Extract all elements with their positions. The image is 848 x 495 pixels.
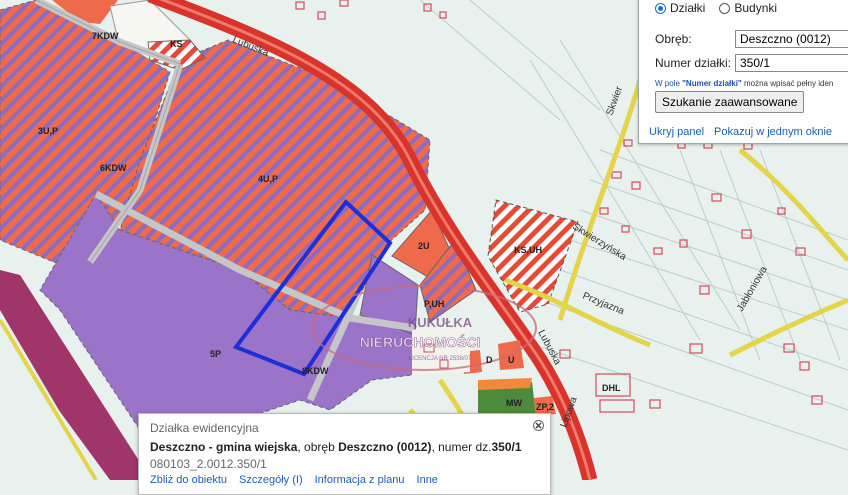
- label-2u: 2U: [418, 241, 430, 251]
- label-zp: ZP,2: [536, 402, 554, 412]
- label-6kdw: 6KDW: [100, 163, 127, 173]
- label-5p: 5P: [210, 349, 221, 359]
- panel-links: Ukryj panel Pokazuj w jednym oknie: [649, 126, 832, 138]
- radio-budynki-dot[interactable]: [719, 2, 731, 14]
- watermark-line1: KUKUŁKA: [408, 315, 473, 330]
- label-3up: 3U,P: [38, 126, 58, 136]
- label-mw: MW: [506, 398, 522, 408]
- label-d: D: [486, 355, 493, 365]
- radio-budynki[interactable]: Budynki: [719, 1, 777, 15]
- label-u: U: [508, 355, 515, 365]
- radio-dzialki-dot[interactable]: [655, 2, 666, 14]
- watermark-line3: LICENCJA NR 2538/07: [409, 356, 472, 362]
- plan-info-link[interactable]: Informacja z planu: [315, 474, 405, 486]
- label-7kdw: 7KDW: [92, 31, 119, 41]
- hide-panel-link[interactable]: Ukryj panel: [649, 126, 704, 138]
- label-4up: 4U,P: [258, 174, 278, 184]
- watermark-line2: NIERUCHOMOŚCI: [360, 333, 481, 350]
- popup-title: Działka ewidencyjna: [150, 421, 259, 435]
- label-8kdw: 8KDW: [302, 366, 329, 376]
- parcel-popup: Działka ewidencyjna Deszczno - gmina wie…: [138, 413, 551, 495]
- search-hint: W pole "Numer działki" można wpisać pełn…: [655, 79, 834, 88]
- obreb-label: Obręb:: [655, 32, 692, 46]
- numer-field[interactable]: [735, 54, 848, 72]
- close-icon[interactable]: [533, 420, 544, 431]
- label-dhl: DHL: [602, 383, 621, 393]
- numer-label: Numer działki:: [655, 56, 732, 70]
- other-link[interactable]: Inne: [417, 474, 438, 486]
- popup-description: Deszczno - gmina wiejska, obręb Deszczno…: [150, 440, 522, 454]
- parcel-type-radios: Działki Budynki: [655, 1, 777, 15]
- zoom-to-object-link[interactable]: Zbliż do obiektu: [150, 474, 227, 486]
- popup-links: Zbliż do obiektu Szczegóły (I) Informacj…: [150, 474, 438, 486]
- label-ks-uh: KS,UH: [514, 245, 542, 255]
- search-panel: Działki Budynki Obręb: Numer działki: W …: [638, 0, 848, 144]
- label-ks: KS: [170, 39, 183, 49]
- label-pu-uh: P,UH: [424, 299, 444, 309]
- advanced-search-button[interactable]: Szukanie zaawansowane: [655, 91, 805, 113]
- popup-identifier: 080103_2.0012.350/1: [150, 457, 267, 471]
- radio-budynki-label: Budynki: [734, 1, 778, 15]
- radio-dzialki[interactable]: Działki: [655, 1, 705, 15]
- numer-row: Numer działki:: [655, 54, 848, 72]
- obreb-row: Obręb:: [655, 30, 848, 48]
- radio-dzialki-label: Działki: [670, 1, 706, 15]
- single-window-link[interactable]: Pokazuj w jednym oknie: [714, 126, 832, 138]
- obreb-field[interactable]: [735, 30, 848, 48]
- details-link[interactable]: Szczegóły (I): [239, 474, 303, 486]
